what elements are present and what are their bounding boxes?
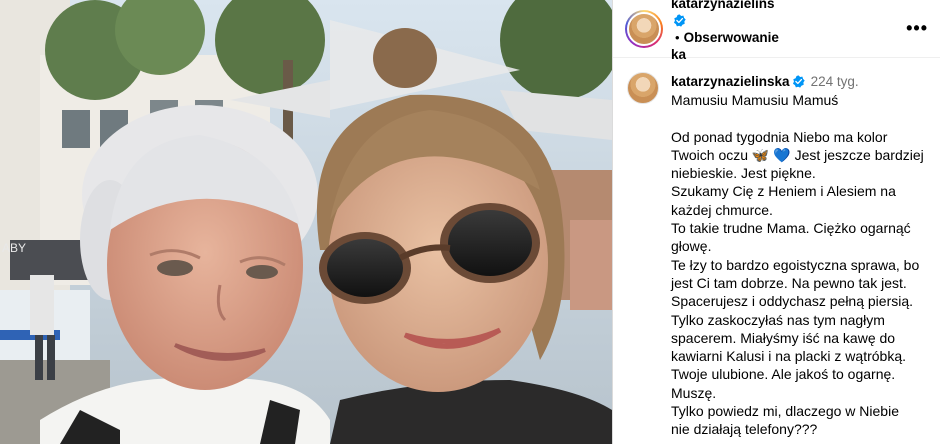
caption-line: spacerem. Miałyśmy iść na kawę do bbox=[671, 329, 896, 346]
author-username-line1[interactable]: katarzynazielins bbox=[671, 0, 775, 11]
author-avatar[interactable] bbox=[625, 9, 663, 48]
caption-line: To takie trudne Mama. Ciężko ogarnąć bbox=[671, 220, 911, 237]
caption-line: Szukamy Cię z Heniem i Alesiem na bbox=[671, 183, 896, 200]
separator-dot: • bbox=[675, 29, 680, 45]
caption-line: Twoje ulubione. Ale jakoś to ogarnę. bbox=[671, 366, 896, 383]
caption-line: Twoich oczu 🦋 💙 Jest jeszcze bardziej bbox=[671, 146, 924, 163]
following-button[interactable]: Obserwowanie bbox=[684, 30, 779, 45]
caption-line: Te łzy to bardzo egoistyczna sprawa, bo bbox=[671, 256, 920, 273]
caption-line: kawiarni Kalusi i na placki z wątróbką. bbox=[671, 348, 906, 365]
more-options-icon[interactable]: ••• bbox=[906, 18, 928, 39]
author-name[interactable]: katarzynazielins • Obserwowanie ka bbox=[671, 0, 783, 63]
caption-timestamp[interactable]: 224 tyg. bbox=[811, 74, 859, 89]
caption-author-avatar[interactable] bbox=[627, 72, 659, 104]
caption-line: głowę. bbox=[671, 238, 712, 255]
post-side-panel: katarzynazielins • Obserwowanie ka ••• kat… bbox=[612, 0, 940, 444]
caption-title: Mamusiu Mamusiu Mamuś bbox=[671, 92, 839, 109]
author-username-line2[interactable]: ka bbox=[671, 47, 686, 62]
post-photo[interactable]: ABY bbox=[0, 0, 612, 444]
caption-line: Od ponad tygodnia Niebo ma kolor bbox=[671, 128, 888, 145]
post-header: katarzynazielins • Obserwowanie ka ••• bbox=[613, 0, 940, 62]
caption-line: nie działają telefony??? bbox=[671, 421, 818, 438]
caption-comment: katarzynazielinska 224 tyg. Mamusiu Mamus… bbox=[613, 58, 940, 439]
caption-line: Tylko zaskoczyłaś nas tym nagłym bbox=[671, 311, 885, 328]
caption-line: jest Ci tam dobrze. Na pewno tak jest. bbox=[671, 274, 907, 291]
caption-line: niebieskie. Jest piękne. bbox=[671, 165, 816, 182]
caption-username[interactable]: katarzynazielinska bbox=[671, 74, 790, 89]
verified-badge-icon bbox=[792, 75, 805, 88]
caption-line: każdej chmurce. bbox=[671, 201, 773, 218]
caption-line: Spacerujesz i oddychasz pełną piersią. bbox=[671, 293, 914, 310]
caption-line: Muszę. bbox=[671, 384, 717, 401]
verified-badge-icon bbox=[673, 13, 686, 27]
caption-line: Tylko powiedz mi, dlaczego w Niebie bbox=[671, 403, 899, 420]
caption-body: katarzynazielinska 224 tyg. Mamusiu Mamus… bbox=[671, 72, 924, 439]
storefront-sign: ABY bbox=[2, 241, 26, 255]
